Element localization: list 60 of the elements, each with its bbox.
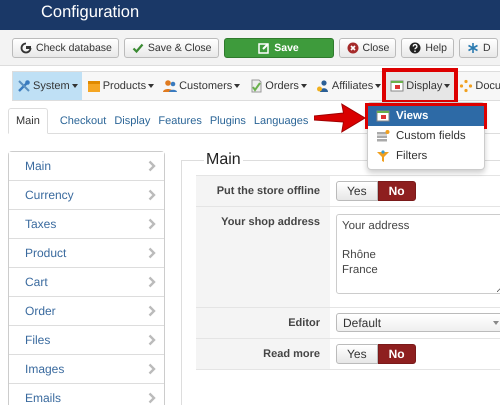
funnel-icon (376, 150, 390, 162)
help-icon (409, 42, 422, 54)
user-coin-icon (316, 79, 330, 93)
field-label: Editor (196, 308, 330, 338)
tab[interactable]: Features (154, 108, 206, 134)
chevron-right-icon (148, 334, 156, 346)
document-check-icon (249, 79, 264, 93)
toggle-option[interactable]: No (378, 344, 416, 364)
toggle-option[interactable]: Yes (336, 181, 378, 201)
chevron-right-icon (148, 276, 156, 288)
chevron-right-icon (148, 392, 156, 404)
list-icon (376, 130, 390, 142)
chevron-right-icon (148, 189, 156, 201)
field-label: Read more (196, 339, 330, 369)
page-title: Configuration (41, 2, 140, 23)
tab[interactable]: Main (8, 108, 48, 134)
menu-item[interactable]: Orders (245, 72, 311, 100)
chevron-right-icon (148, 247, 156, 259)
toolbar-button[interactable]: Save & Close (124, 38, 219, 58)
tab[interactable]: Plugins (206, 108, 250, 134)
dropdown-item[interactable]: Views (368, 106, 484, 126)
window-icon (376, 110, 390, 122)
checkmark-icon (132, 42, 144, 54)
users-icon (163, 79, 178, 93)
address-field[interactable]: Your address Rhône France (336, 214, 500, 294)
menu-item[interactable]: Products (82, 72, 158, 100)
edit-icon (258, 42, 270, 54)
toggle-option[interactable]: Yes (336, 344, 378, 364)
toggle-option[interactable]: No (378, 181, 416, 201)
field-label: Your shop address (196, 207, 330, 307)
annotation-arrow (314, 103, 366, 133)
tools-icon (17, 79, 31, 93)
caret-icon (493, 320, 499, 324)
menu-item[interactable]: System (13, 72, 82, 100)
toolbar-button[interactable]: Help (401, 38, 454, 58)
menu-item[interactable]: Display (386, 72, 454, 100)
editor-select[interactable]: Default (336, 313, 500, 332)
box-icon (86, 79, 101, 93)
window-icon (390, 79, 404, 93)
toolbar-button[interactable]: Close (338, 38, 396, 58)
sidebar-item[interactable]: Main (9, 152, 164, 181)
panel-title: Main (205, 151, 242, 169)
asterisk-icon (466, 42, 479, 54)
menu-item[interactable]: Customers (159, 72, 244, 100)
tab[interactable]: Display (110, 108, 154, 134)
toolbar-button[interactable]: Check database (12, 38, 119, 58)
dots-ring-icon (459, 79, 474, 93)
chevron-right-icon (148, 305, 156, 317)
close-icon (346, 42, 359, 54)
dropdown-item[interactable]: Custom fields (368, 126, 484, 146)
menu-item[interactable]: Docu (455, 72, 500, 100)
dropdown-item[interactable]: Filters (368, 146, 484, 166)
field-label: Put the store offline (196, 176, 330, 206)
toolbar-button[interactable]: Save (224, 38, 334, 58)
tab[interactable]: Checkout (56, 108, 110, 134)
toolbar-button[interactable]: D (458, 38, 498, 58)
chevron-right-icon (148, 363, 156, 375)
tab[interactable]: Languages (250, 108, 312, 134)
chevron-right-icon (148, 160, 156, 172)
chevron-right-icon (148, 218, 156, 230)
